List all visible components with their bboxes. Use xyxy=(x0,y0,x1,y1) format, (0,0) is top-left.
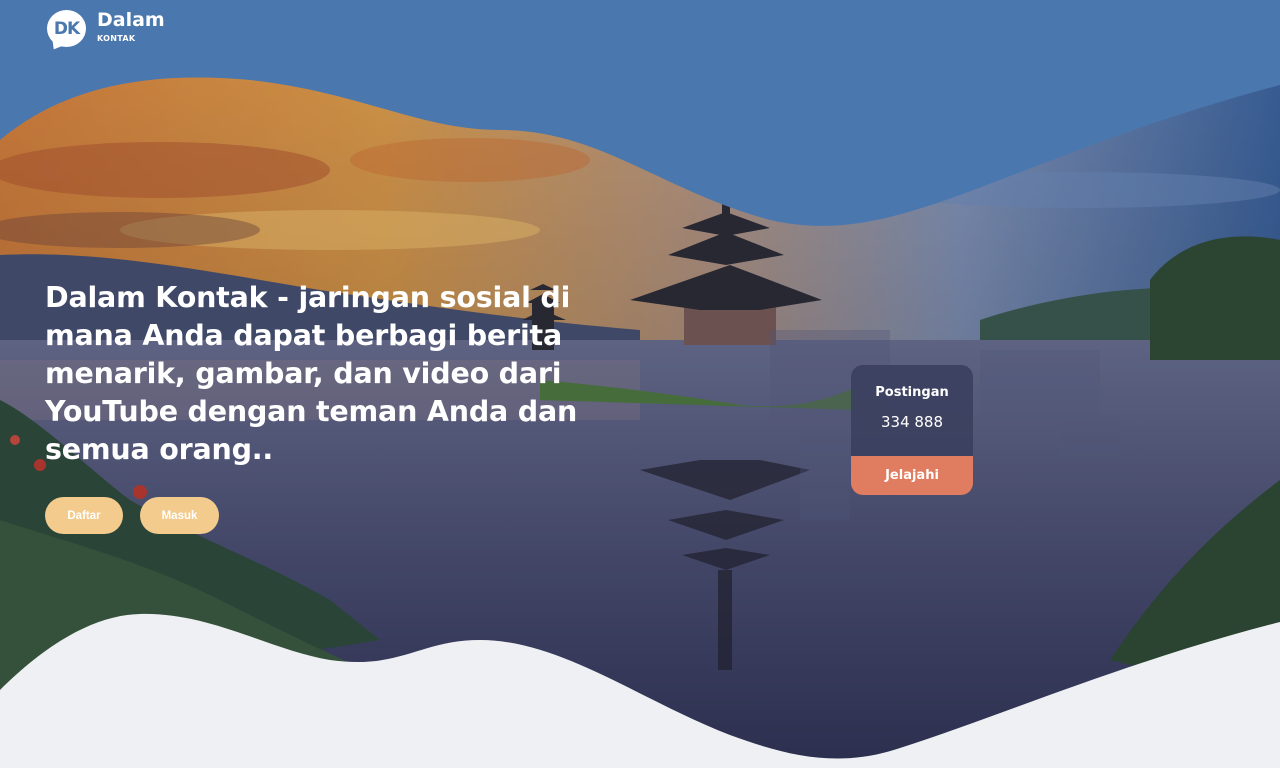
posts-card-title: Postingan xyxy=(875,385,949,400)
brand-subtitle: KONTAK xyxy=(97,33,136,43)
brand-name: Dalam xyxy=(97,8,165,31)
explore-button[interactable]: Jelajahi xyxy=(851,456,973,495)
brand-text: Dalam KONTAK xyxy=(97,8,165,43)
landing-page: DK Dalam KONTAK Dalam Kontak - jaringan … xyxy=(0,0,1280,768)
logo-initials: DK xyxy=(53,18,80,39)
brand-logo[interactable]: DK Dalam KONTAK xyxy=(47,8,165,53)
posts-stats-card: Postingan 334 888 Jelajahi xyxy=(851,365,973,495)
posts-count: 334 888 xyxy=(880,413,944,431)
login-button[interactable]: Masuk xyxy=(140,497,219,534)
hero-headline: Dalam Kontak - jaringan sosial di mana A… xyxy=(45,281,578,466)
speech-bubble-logo-icon: DK xyxy=(47,10,86,53)
register-button[interactable]: Daftar xyxy=(45,497,123,534)
